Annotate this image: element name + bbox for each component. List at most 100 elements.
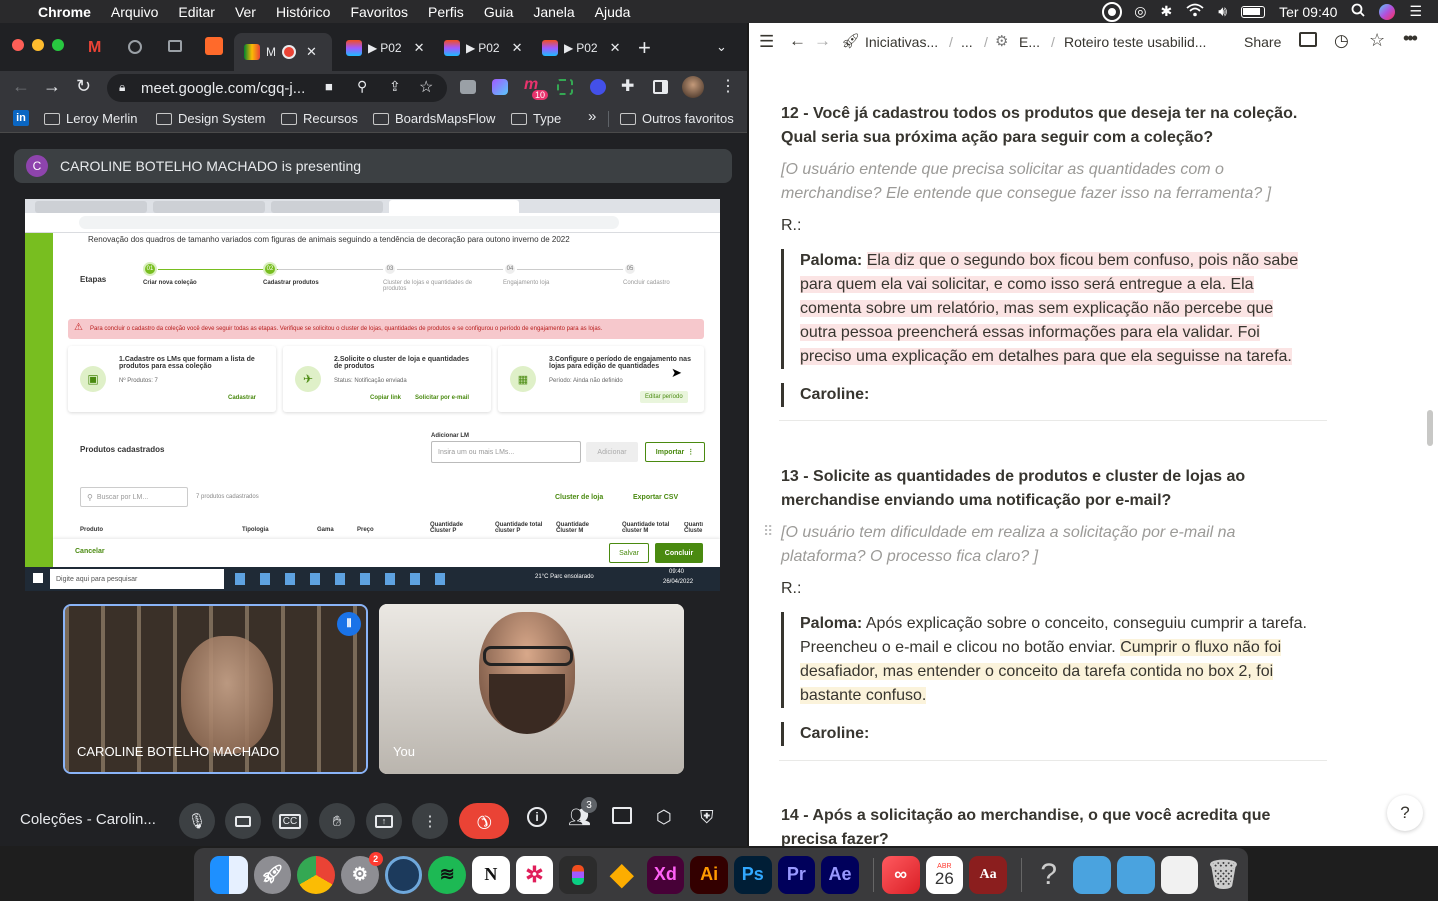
more-menu-icon[interactable]: ⋮ xyxy=(720,76,736,96)
volume-icon[interactable]: 🔊︎ xyxy=(1218,3,1227,20)
export-csv-link[interactable]: Exportar CSV xyxy=(633,494,678,501)
blue-circle-extension-icon[interactable] xyxy=(590,79,606,95)
help-button[interactable]: ? xyxy=(1387,795,1423,831)
add-lm-input[interactable]: Insira um ou mais LMs... xyxy=(431,441,581,463)
new-tab-button[interactable]: + xyxy=(638,35,651,61)
menubar-clock[interactable]: Ter 09:40 xyxy=(1279,4,1337,20)
bookmarks-overflow-button[interactable]: » xyxy=(588,108,596,125)
slides-pinned-tab[interactable] xyxy=(168,40,182,52)
camera-icon[interactable]: ■ xyxy=(325,79,333,94)
column-header[interactable]: Quantidade Cluster M xyxy=(556,522,606,534)
participant-tile-you[interactable]: You xyxy=(379,604,684,774)
breadcrumb-item[interactable]: ... xyxy=(961,34,973,50)
applications-folder-icon[interactable] xyxy=(1117,855,1155,894)
share-button[interactable]: Share xyxy=(1244,34,1281,50)
copy-link[interactable]: Copiar link xyxy=(370,395,401,401)
gmail-pinned-tab[interactable]: M xyxy=(88,39,101,57)
quicktime-icon[interactable] xyxy=(384,855,423,894)
breadcrumb-item[interactable]: Roteiro teste usabilid... xyxy=(1064,34,1206,50)
bookmark-folder[interactable]: BoardsMapsFlow xyxy=(373,111,495,126)
chrome-icon[interactable] xyxy=(297,855,335,894)
bookmark-star-icon[interactable]: ☆ xyxy=(419,77,433,97)
sidebar-toggle-icon[interactable]: ☰ xyxy=(759,32,774,52)
share-icon[interactable]: ⇪ xyxy=(389,78,401,95)
figma-icon[interactable] xyxy=(559,855,597,894)
control-center-icon[interactable]: ☰ xyxy=(1409,3,1422,20)
siri-icon[interactable] xyxy=(1379,3,1396,20)
activities-icon[interactable]: ⬡ xyxy=(656,807,672,828)
pinned-tab-app[interactable] xyxy=(205,37,223,55)
spotify-icon[interactable]: ≋ xyxy=(428,855,466,894)
creative-cloud-icon[interactable]: ∞ xyxy=(881,855,920,894)
comments-icon[interactable] xyxy=(1299,32,1317,47)
linkedin-bookmark-icon[interactable]: in xyxy=(13,110,29,126)
profile-avatar[interactable] xyxy=(682,76,704,98)
meeting-info-icon[interactable]: i xyxy=(527,807,547,827)
cadastrar-link[interactable]: Cadastrar xyxy=(228,395,256,401)
present-button[interactable]: ↑ xyxy=(366,803,402,839)
column-header[interactable]: Quantidade total cluster M xyxy=(622,522,672,534)
cluster-link[interactable]: Cluster de loja xyxy=(555,494,603,501)
launchpad-icon[interactable]: 🚀︎ xyxy=(253,855,292,894)
column-header[interactable]: Gama xyxy=(317,527,334,533)
extension-icon[interactable] xyxy=(492,79,508,95)
column-header[interactable]: Preço xyxy=(357,527,374,533)
more-options-button[interactable]: ⋮ xyxy=(412,803,448,839)
minimize-window-button[interactable] xyxy=(32,39,44,51)
creative-cloud-icon[interactable]: ◎ xyxy=(1134,3,1146,20)
participant-tile-caroline[interactable]: ⦀ CAROLINE BOTELHO MACHADO xyxy=(63,604,368,774)
request-email-link[interactable]: Solicitar por e-mail xyxy=(415,395,469,401)
address-bar[interactable]: 🔒︎ meet.google.com/cgq-j... ■ ⚲ ⇪ ☆ xyxy=(107,74,447,102)
edit-period-button[interactable]: Editar período xyxy=(640,391,688,403)
search-lm-input[interactable]: ⚲ Buscar por LM... xyxy=(80,487,188,507)
back-button[interactable]: ← xyxy=(12,76,30,97)
menu-item[interactable]: Janela xyxy=(533,4,574,20)
menu-item[interactable]: Editar xyxy=(178,4,215,20)
more-horizontal-icon[interactable]: ••• xyxy=(1403,28,1418,49)
bluetooth-icon[interactable]: ✱ xyxy=(1161,3,1173,20)
breadcrumb-item[interactable]: Iniciativas... xyxy=(865,34,938,50)
after-effects-icon[interactable]: Ae xyxy=(821,855,859,894)
forward-button[interactable]: → xyxy=(43,76,61,97)
windows-start-icon[interactable] xyxy=(33,573,43,583)
column-header[interactable]: Quantidade Cluster P xyxy=(430,522,480,534)
spotlight-search-icon[interactable] xyxy=(1351,3,1366,20)
close-tab-icon[interactable]: ✕ xyxy=(414,40,425,56)
import-button[interactable]: Importar ⋮ xyxy=(645,442,705,462)
downloads-folder-icon[interactable] xyxy=(1073,855,1112,894)
forward-arrow-icon[interactable]: → xyxy=(814,31,831,51)
menu-item[interactable]: Arquivo xyxy=(111,4,158,20)
close-tab-icon[interactable]: ✕ xyxy=(512,40,523,56)
close-tab-icon[interactable]: ✕ xyxy=(610,40,621,56)
close-tab-icon[interactable]: ✕ xyxy=(306,44,317,60)
chrome-window-icon[interactable] xyxy=(1160,855,1199,894)
finder-icon[interactable] xyxy=(210,855,248,894)
column-header[interactable]: Quantidade total cluster P xyxy=(495,522,545,534)
save-button[interactable]: Salvar xyxy=(609,543,649,563)
system-preferences-icon[interactable]: ⚙ 2 xyxy=(340,851,383,894)
wifi-icon[interactable] xyxy=(1186,3,1204,20)
chat-icon[interactable] xyxy=(612,807,632,824)
add-button[interactable]: Adicionar xyxy=(586,442,638,462)
globe-pinned-tab[interactable] xyxy=(128,40,142,54)
column-header[interactable]: Quanti Cluste xyxy=(684,522,714,534)
menu-item[interactable]: Ajuda xyxy=(595,4,631,20)
scrollbar-thumb[interactable] xyxy=(1427,410,1433,446)
zoom-icon[interactable]: ⚲ xyxy=(357,78,367,95)
drag-handle-icon[interactable]: ⠿ xyxy=(763,523,773,540)
captions-button[interactable]: CC xyxy=(272,803,308,839)
bookmark-folder[interactable]: Recursos xyxy=(281,111,358,126)
tab-figma-1[interactable]: ▶ P02 ✕ xyxy=(336,33,432,63)
taskbar-search[interactable]: Digite aqui para pesquisar xyxy=(50,569,224,589)
tab-figma-2[interactable]: ▶ P02 ✕ xyxy=(434,33,530,63)
menu-item[interactable]: Histórico xyxy=(276,4,330,20)
favorite-star-icon[interactable]: ☆ xyxy=(1369,30,1385,51)
trash-icon[interactable]: 🗑︎ xyxy=(1204,856,1242,894)
help-icon[interactable]: ? xyxy=(1030,856,1068,894)
tab-figma-3[interactable]: ▶ P02 ✕ xyxy=(532,33,628,63)
photoshop-icon[interactable]: Ps xyxy=(733,855,772,894)
leave-call-button[interactable]: ✆ xyxy=(459,803,509,839)
reload-button[interactable]: ↻ xyxy=(76,76,91,97)
column-header[interactable]: Produto xyxy=(80,527,103,533)
illustrator-icon[interactable]: Ai xyxy=(690,855,728,894)
